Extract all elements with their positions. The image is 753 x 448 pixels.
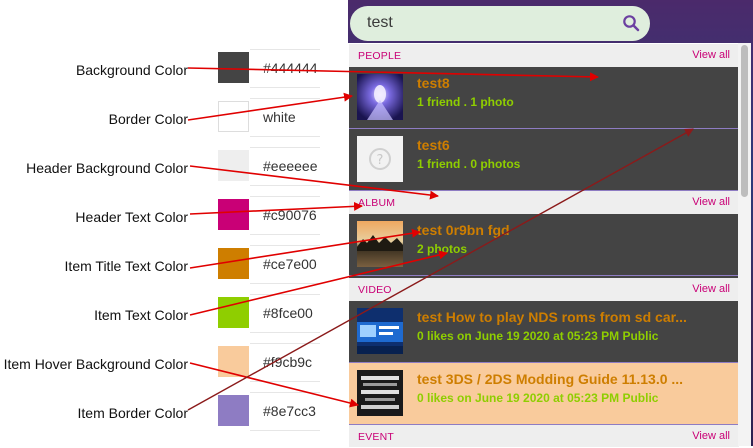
color-swatch [218,297,249,328]
hex-value: white [263,109,296,125]
item-title: test6 [417,137,450,153]
item-text: 1 friend . 1 photo [417,95,514,109]
hex-value: #8e7cc3 [263,403,316,419]
hex-value: #ce7e00 [263,256,317,272]
section-header-event: EVENT View all [349,425,739,447]
video-thumbnail [357,308,403,354]
view-all-link[interactable]: View all [692,430,730,442]
view-all-link[interactable]: View all [692,49,730,61]
color-swatch [218,395,249,426]
section-title: PEOPLE [358,50,402,62]
video-thumbnail [357,370,403,416]
color-swatch [218,150,249,181]
placeholder-avatar-icon: ? [357,136,403,182]
legend-label: Header Background Color [26,160,188,176]
legend-row-item-title: Item Title Text Color #ce7e00 [0,244,340,290]
item-title: test How to play NDS roms from sd car... [417,309,687,325]
search-bar[interactable] [350,6,650,41]
color-swatch [218,346,249,377]
hex-value: #444444 [263,60,318,76]
result-item-video-hovered[interactable]: test 3DS / 2DS Modding Guide 11.13.0 ...… [349,363,739,425]
legend-row-header-bg: Header Background Color #eeeeee [0,146,340,192]
color-swatch [218,52,249,83]
item-text: 2 photos [417,242,467,256]
legend-row-item-text: Item Text Color #8fce00 [0,293,340,339]
section-header-album: ALBUM View all [349,191,739,214]
color-swatch [218,199,249,230]
legend-row-item-border: Item Border Color #8e7cc3 [0,391,340,437]
view-all-link[interactable]: View all [692,283,730,295]
item-text: 0 likes on June 19 2020 at 05:23 PM Publ… [417,391,659,405]
legend-row-border: Border Color white [0,97,340,143]
legend-label: Background Color [75,62,188,78]
svg-text:?: ? [377,153,384,168]
search-results-dropdown: PEOPLE View all test8 1 friend . 1 photo… [348,43,740,448]
result-item-album[interactable]: test 0r9bn fgd 2 photos [349,214,739,276]
item-title: test 0r9bn fgd [417,222,510,238]
result-item-person[interactable]: test8 1 friend . 1 photo [349,67,739,129]
legend-label: Item Title Text Color [64,258,188,274]
item-text: 0 likes on June 19 2020 at 05:23 PM Publ… [417,329,659,343]
scrollbar-thumb[interactable] [741,45,748,197]
section-title: ALBUM [358,197,396,209]
search-icon[interactable] [622,14,640,32]
hex-value: #c90076 [263,207,317,223]
item-title: test8 [417,75,450,91]
hex-value: #8fce00 [263,305,313,321]
result-item-video[interactable]: test How to play NDS roms from sd car...… [349,301,739,363]
section-title: EVENT [358,431,395,443]
color-swatch [218,101,249,132]
search-input[interactable] [367,14,597,32]
dropdown-scrollbar[interactable] [738,43,751,446]
view-all-link[interactable]: View all [692,196,730,208]
section-title: VIDEO [358,284,392,296]
hex-value: #f9cb9c [263,354,313,370]
legend-row-background: Background Color #444444 [0,48,340,94]
legend-label: Header Text Color [75,209,188,225]
album-thumbnail [357,221,403,267]
legend-label: Item Hover Background Color [3,356,188,372]
legend-row-header-text: Header Text Color #c90076 [0,195,340,241]
section-header-video: VIDEO View all [349,278,739,301]
legend-label: Item Border Color [77,405,188,421]
color-swatch [218,248,249,279]
section-header-people: PEOPLE View all [349,44,739,67]
legend-label: Border Color [108,111,188,127]
item-text: 1 friend . 0 photos [417,157,521,171]
result-item-person[interactable]: ? test6 1 friend . 0 photos [349,129,739,191]
hex-value: #eeeeee [263,158,318,174]
person-thumbnail [357,74,403,120]
legend-label: Item Text Color [94,307,188,323]
legend-row-item-hover-bg: Item Hover Background Color #f9cb9c [0,342,340,388]
item-title: test 3DS / 2DS Modding Guide 11.13.0 ... [417,371,684,387]
